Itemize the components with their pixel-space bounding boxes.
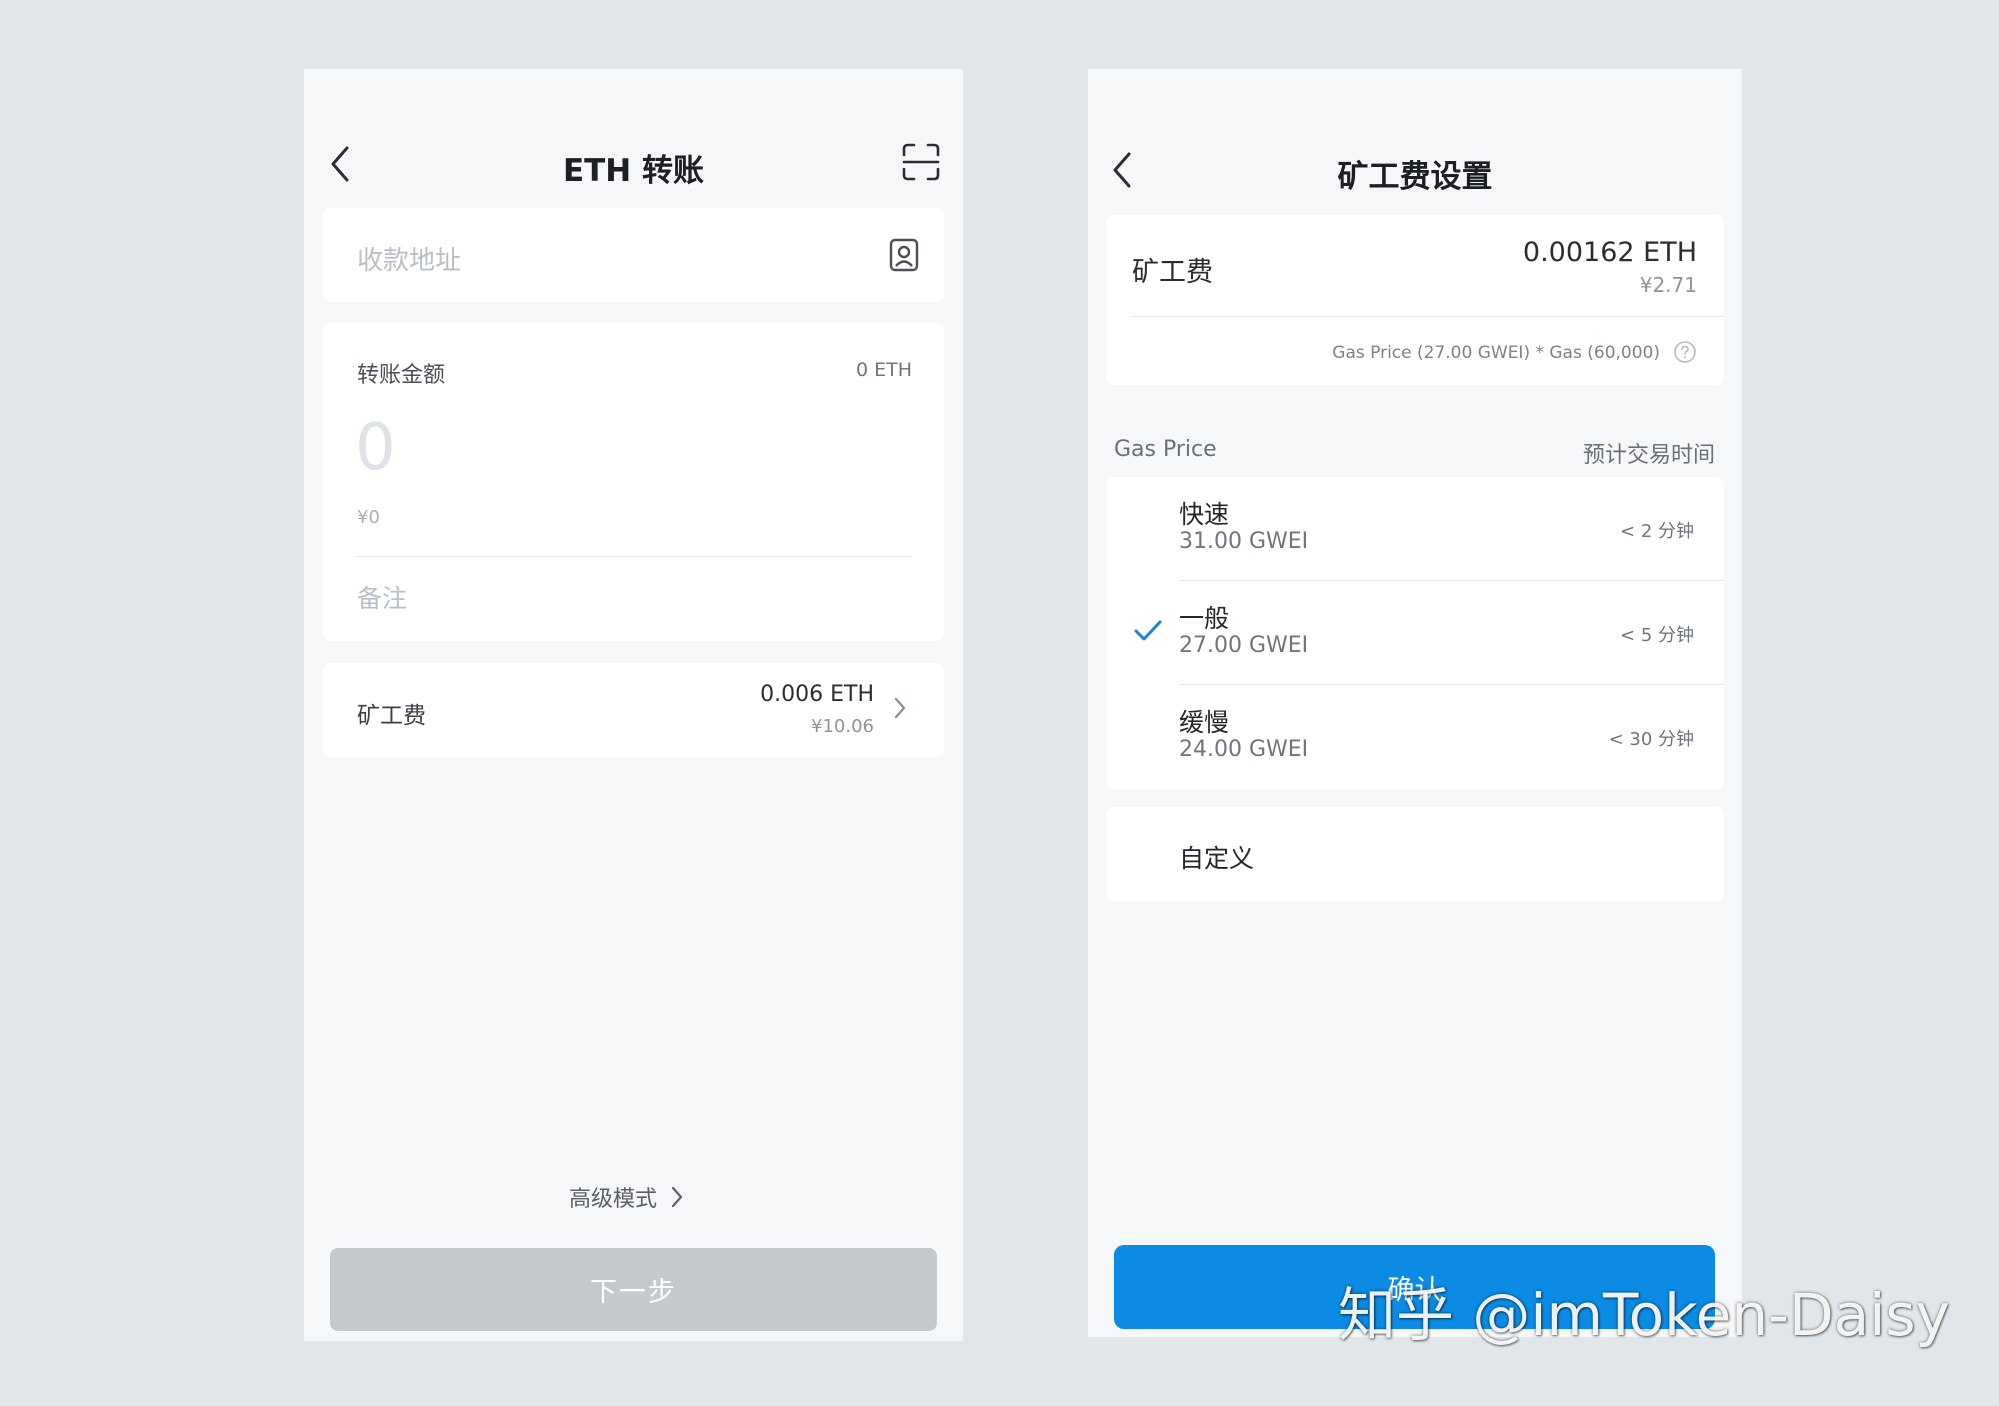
option-time: < 5 分钟 (1620, 625, 1694, 646)
scan-icon (902, 143, 940, 181)
option-time: < 30 分钟 (1608, 729, 1694, 750)
gas-option-slow[interactable]: 缓慢 24.00 GWEI < 30 分钟 (1106, 685, 1724, 789)
custom-fee-option[interactable]: 自定义 (1106, 807, 1724, 901)
scan-button[interactable] (902, 143, 944, 185)
fee-fiat-value: ¥2.71 (1639, 273, 1697, 297)
gas-formula: Gas Price (27.00 GWEI) * Gas (60,000) (1332, 343, 1660, 363)
option-name: 缓慢 (1179, 708, 1230, 737)
amount-card: 转账金额 0 ETH 0 ¥0 备注 (323, 323, 944, 641)
fee-label: 矿工费 (1132, 257, 1213, 288)
option-name: 快速 (1179, 500, 1230, 529)
fee-settings-screen: 矿工费设置 矿工费 0.00162 ETH ¥2.71 Gas Price (2… (1088, 69, 1742, 1337)
divider (357, 556, 912, 557)
page-title: ETH 转账 (562, 153, 705, 189)
transfer-screen: ETH 转账 收款地址 转账金额 0 ETH 0 ¥0 备注 矿工费 0.006… (304, 69, 963, 1341)
eta-header: 预计交易时间 (1582, 443, 1715, 468)
option-gwei: 27.00 GWEI (1179, 633, 1309, 658)
help-button[interactable] (1673, 340, 1697, 368)
checkmark-icon (1134, 620, 1162, 641)
gas-price-header: Gas Price (1114, 437, 1217, 462)
advanced-mode-label: 高级模式 (569, 1187, 658, 1212)
gas-option-fast[interactable]: 快速 31.00 GWEI < 2 分钟 (1106, 477, 1724, 581)
advanced-mode-link[interactable]: 高级模式 (569, 1181, 683, 1213)
option-time: < 2 分钟 (1620, 521, 1694, 542)
address-book-icon (889, 238, 919, 272)
gas-options-card: 快速 31.00 GWEI < 2 分钟 一般 27.00 GWEI < 5 分… (1106, 477, 1724, 789)
custom-label: 自定义 (1179, 844, 1255, 873)
chevron-right-icon (671, 1186, 683, 1208)
option-name: 一般 (1179, 604, 1230, 633)
fee-fiat-value: ¥10.06 (811, 716, 874, 737)
watermark-text: 知乎 @imToken-Daisy (1338, 1281, 1950, 1349)
fee-summary-card: 矿工费 0.00162 ETH ¥2.71 Gas Price (27.00 G… (1106, 215, 1724, 385)
page-title: 矿工费设置 (1337, 159, 1493, 195)
option-gwei: 31.00 GWEI (1179, 529, 1309, 554)
amount-input[interactable]: 0 (355, 411, 396, 485)
address-book-button[interactable] (889, 238, 919, 276)
address-input[interactable]: 收款地址 (357, 240, 461, 277)
question-circle-icon (1674, 341, 1696, 363)
option-gwei: 24.00 GWEI (1179, 737, 1309, 762)
memo-input[interactable]: 备注 (357, 579, 407, 615)
fee-eth-value: 0.00162 ETH (1522, 237, 1697, 268)
fee-label: 矿工费 (357, 703, 426, 729)
amount-fiat-value: ¥0 (357, 507, 380, 528)
divider (1132, 316, 1724, 317)
address-card[interactable]: 收款地址 (323, 208, 944, 302)
balance-value: 0 ETH (855, 359, 912, 381)
chevron-right-icon (894, 697, 906, 719)
next-step-button[interactable]: 下一步 (330, 1248, 937, 1331)
fee-row[interactable]: 矿工费 0.006 ETH ¥10.06 (323, 663, 944, 757)
amount-label: 转账金额 (357, 363, 446, 388)
gas-option-normal[interactable]: 一般 27.00 GWEI < 5 分钟 (1106, 581, 1724, 685)
fee-eth-value: 0.006 ETH (760, 682, 874, 707)
